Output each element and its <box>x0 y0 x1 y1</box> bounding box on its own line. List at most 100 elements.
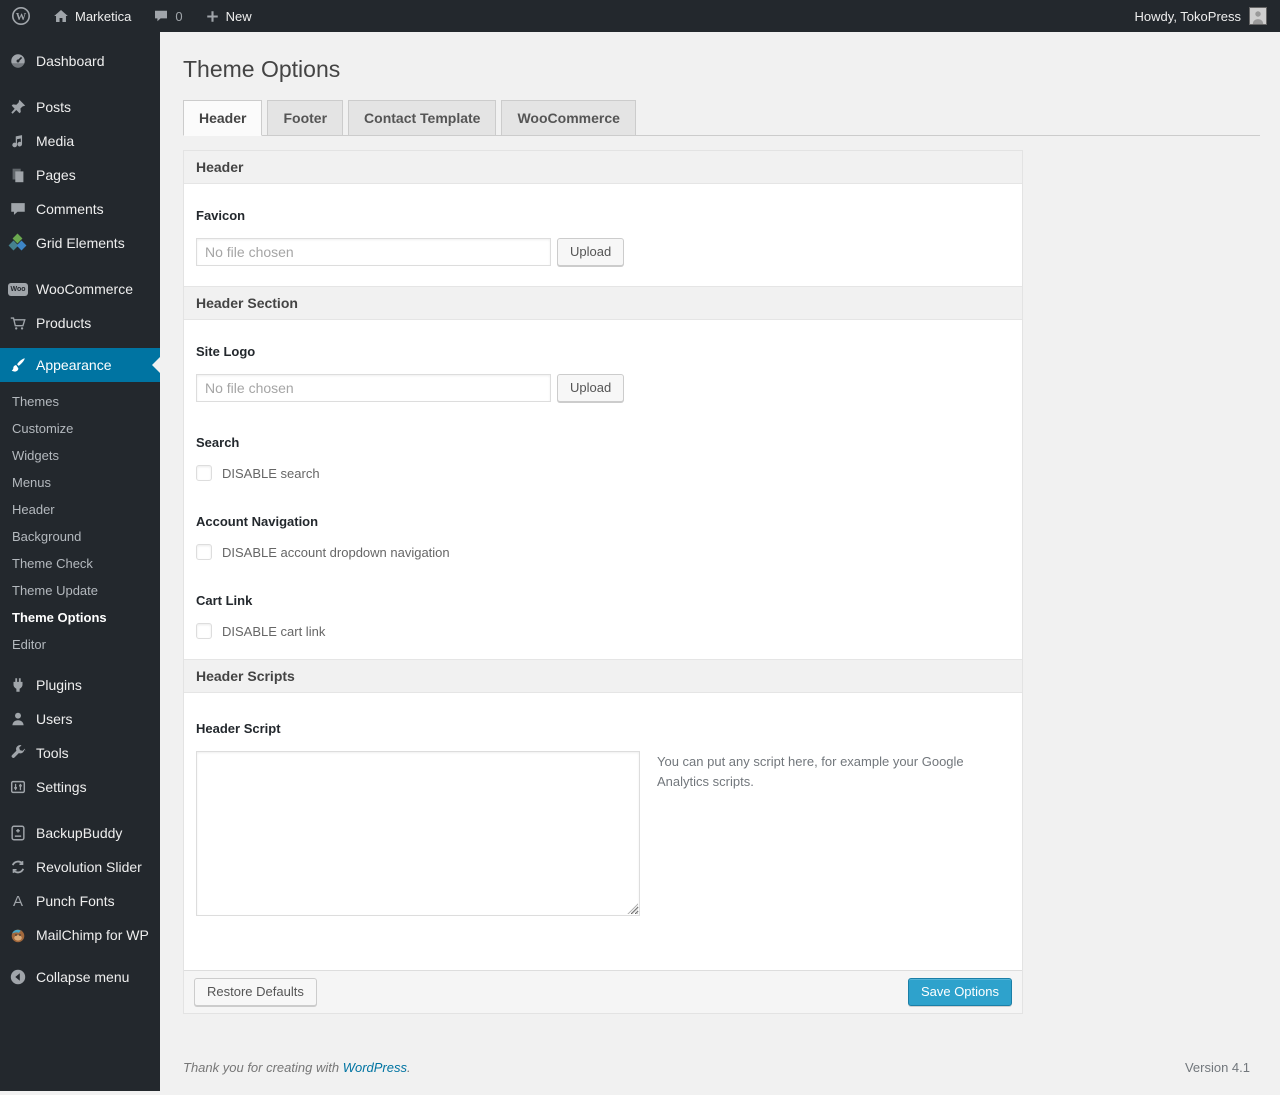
sidebar-subitem-customize[interactable]: Customize <box>0 415 160 442</box>
sidebar-item-label: Plugins <box>36 677 82 693</box>
section-header-header-section: Header Section <box>184 286 1022 320</box>
wordpress-logo-menu[interactable]: W <box>0 0 42 32</box>
sidebar-subitem-editor[interactable]: Editor <box>0 631 160 658</box>
section-body-header-scripts: Header Script You can put any script her… <box>184 693 1022 970</box>
wordpress-link[interactable]: WordPress <box>343 1060 407 1075</box>
disable-cart-link-checkbox[interactable] <box>196 623 212 639</box>
main-content: Theme Options Header Footer Contact Templa… <box>160 32 1280 1091</box>
sidebar-item-appearance[interactable]: Appearance <box>0 348 160 382</box>
disable-account-nav-row: DISABLE account dropdown navigation <box>196 544 1010 560</box>
sidebar-item-label: Revolution Slider <box>36 859 142 875</box>
tab-contact-template[interactable]: Contact Template <box>348 100 497 136</box>
settings-icon <box>8 777 28 797</box>
sidebar-subitem-theme-update[interactable]: Theme Update <box>0 577 160 604</box>
wordpress-logo-icon: W <box>11 6 31 26</box>
sidebar-subitem-theme-options[interactable]: Theme Options <box>0 604 160 631</box>
sidebar-menu: Dashboard Posts Media Pages Comments Grid Ele… <box>0 32 160 1091</box>
sidebar-item-posts[interactable]: Posts <box>0 90 160 124</box>
sidebar-item-comments[interactable]: Comments <box>0 192 160 226</box>
sidebar-item-backupbuddy[interactable]: BackupBuddy <box>0 816 160 850</box>
home-icon <box>53 8 69 24</box>
disable-search-row: DISABLE search <box>196 465 1010 481</box>
site-name-menu[interactable]: Marketica <box>42 0 142 32</box>
tab-woocommerce[interactable]: WooCommerce <box>501 100 636 136</box>
users-icon <box>8 709 28 729</box>
theme-options-panel: Header Favicon Upload Header Section Sit… <box>183 150 1023 1014</box>
site-logo-upload-button[interactable]: Upload <box>557 374 625 402</box>
panel-footer: Restore Defaults Save Options <box>184 970 1022 1013</box>
collapse-icon <box>8 967 28 987</box>
sidebar-subitem-widgets[interactable]: Widgets <box>0 442 160 469</box>
account-navigation-label: Account Navigation <box>196 514 319 529</box>
sidebar-item-label: Settings <box>36 779 87 795</box>
sidebar-subitem-theme-check[interactable]: Theme Check <box>0 550 160 577</box>
pages-icon <box>8 165 28 185</box>
punch-fonts-icon: A <box>12 892 23 910</box>
header-script-textarea[interactable] <box>196 751 640 916</box>
comments-menu[interactable]: 0 <box>142 0 193 32</box>
backupbuddy-icon <box>8 823 28 843</box>
woocommerce-icon: Woo <box>8 279 28 299</box>
sidebar-item-label: Grid Elements <box>36 235 125 251</box>
menu-separator <box>0 804 160 816</box>
appearance-submenu: Themes Customize Widgets Menus Header Backgro… <box>0 382 160 668</box>
sidebar-subitem-themes[interactable]: Themes <box>0 388 160 415</box>
new-label: New <box>225 8 252 24</box>
comment-bubble-icon <box>153 8 169 24</box>
sidebar-item-label: MailChimp for WP <box>36 927 149 943</box>
sidebar-item-media[interactable]: Media <box>0 124 160 158</box>
header-script-label: Header Script <box>196 721 281 736</box>
sidebar-item-pages[interactable]: Pages <box>0 158 160 192</box>
tab-footer[interactable]: Footer <box>267 100 344 136</box>
new-content-menu[interactable]: New <box>194 0 263 32</box>
sidebar-item-revolution-slider[interactable]: Revolution Slider <box>0 850 160 884</box>
footer-thanks-prefix: Thank you for creating with <box>183 1060 343 1075</box>
sidebar-item-products[interactable]: Products <box>0 306 160 340</box>
save-options-button[interactable]: Save Options <box>907 978 1012 1006</box>
favicon-file-input[interactable] <box>196 238 551 266</box>
sidebar-item-tools[interactable]: Tools <box>0 736 160 770</box>
sidebar-item-label: Collapse menu <box>36 969 130 985</box>
howdy-text[interactable]: Howdy, TokoPress <box>1135 9 1241 24</box>
plugins-icon <box>8 675 28 695</box>
footer-thanks-text: Thank you for creating with WordPress. <box>183 1060 411 1075</box>
page-title: Theme Options <box>183 56 341 82</box>
svg-text:W: W <box>16 12 27 23</box>
disable-cart-link-row: DISABLE cart link <box>196 623 1010 639</box>
sidebar-item-label: Media <box>36 133 75 149</box>
sidebar-subitem-background[interactable]: Background <box>0 523 160 550</box>
sidebar-item-label: Appearance <box>36 357 112 373</box>
sidebar-item-settings[interactable]: Settings <box>0 770 160 804</box>
sidebar-item-label: Products <box>36 315 92 331</box>
disable-search-checkbox[interactable] <box>196 465 212 481</box>
sidebar-item-label: Pages <box>36 167 76 183</box>
sidebar-item-plugins[interactable]: Plugins <box>0 668 160 702</box>
active-menu-arrow <box>152 357 160 373</box>
footer-thanks-suffix: . <box>407 1060 411 1075</box>
sidebar-item-label: Posts <box>36 99 72 115</box>
site-logo-file-input[interactable] <box>196 374 551 402</box>
disable-account-nav-checkbox-label: DISABLE account dropdown navigation <box>222 544 450 560</box>
sidebar-item-grid-elements[interactable]: Grid Elements <box>0 226 160 260</box>
dashboard-icon <box>8 51 28 71</box>
favicon-label: Favicon <box>196 208 246 223</box>
cart-link-label: Cart Link <box>196 593 253 608</box>
sidebar-item-mailchimp-for-wp[interactable]: MailChimp for WP <box>0 918 160 952</box>
sidebar-item-dashboard[interactable]: Dashboard <box>0 44 160 78</box>
sidebar-item-users[interactable]: Users <box>0 702 160 736</box>
restore-defaults-button[interactable]: Restore Defaults <box>194 978 317 1006</box>
admin-bar: W Marketica 0 New Howdy, TokoPress <box>0 0 1280 32</box>
sidebar-item-label: Comments <box>36 201 104 217</box>
sidebar-subitem-header[interactable]: Header <box>0 496 160 523</box>
sidebar-item-punch-fonts[interactable]: A Punch Fonts <box>0 884 160 918</box>
tab-header[interactable]: Header <box>183 100 263 136</box>
disable-account-nav-checkbox[interactable] <box>196 544 212 560</box>
sidebar-item-collapse-menu[interactable]: Collapse menu <box>0 960 160 994</box>
sidebar-item-woocommerce[interactable]: Woo WooCommerce <box>0 272 160 306</box>
favicon-upload-button[interactable]: Upload <box>557 238 625 266</box>
sidebar-item-label: Tools <box>36 745 69 761</box>
sidebar-item-label: WooCommerce <box>36 281 133 297</box>
plus-icon <box>205 9 220 24</box>
search-label: Search <box>196 435 240 450</box>
sidebar-subitem-menus[interactable]: Menus <box>0 469 160 496</box>
